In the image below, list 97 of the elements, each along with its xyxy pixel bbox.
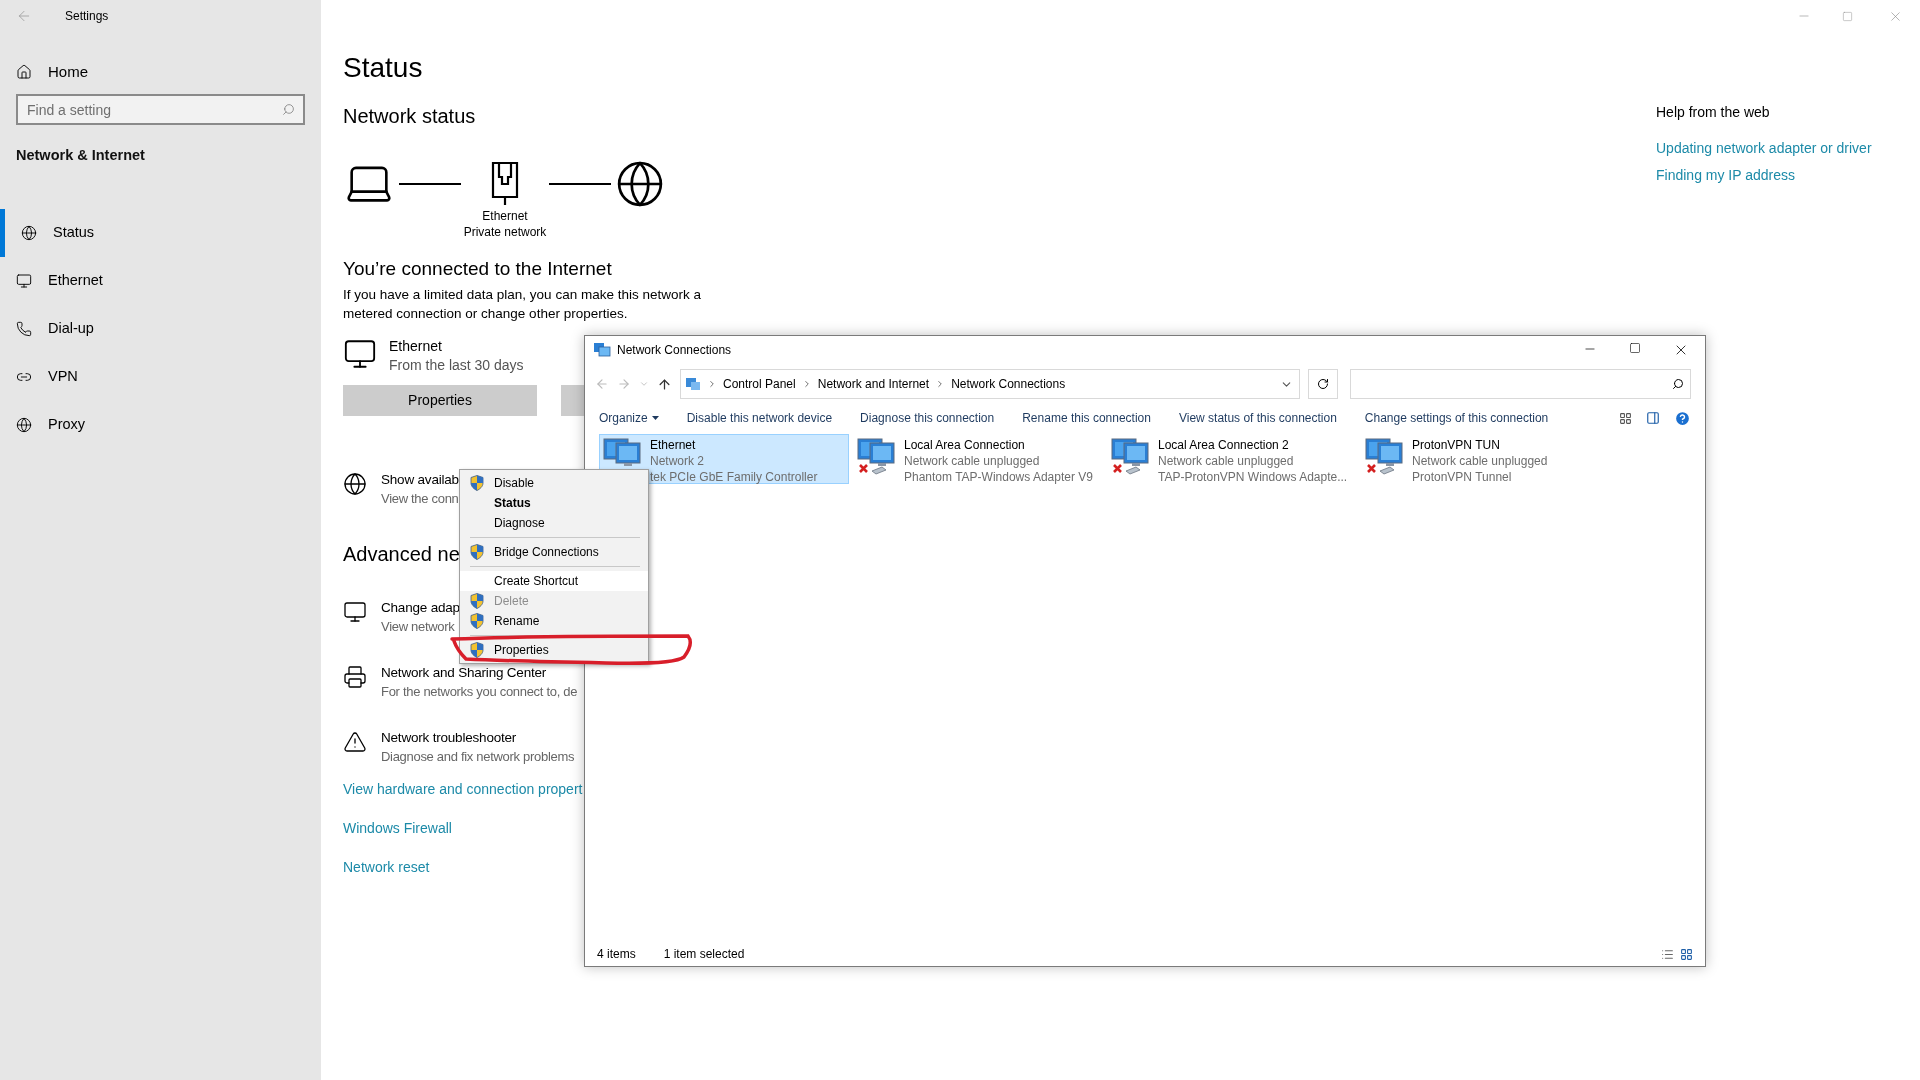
toolbar-button[interactable]: Change settings of this connection (1364, 409, 1549, 427)
breadcrumb[interactable]: Control Panel (723, 375, 796, 393)
preview-pane-icon[interactable] (1646, 411, 1660, 425)
connection-item[interactable]: Local Area Connection Network cable unplugged Phantom TAP-Windows Adapter V9 (853, 434, 1103, 484)
toolbar-button[interactable]: View status of this connection (1178, 409, 1337, 427)
connection-name: Local Area Connection 2 (1158, 437, 1290, 453)
shield-icon (470, 593, 484, 609)
adapter-name: TAP-ProtonVPN Windows Adapte... (1158, 469, 1348, 485)
tiles-view-icon[interactable] (1680, 947, 1693, 961)
search-field[interactable]: Find a setting (16, 94, 305, 125)
home-icon (16, 64, 32, 80)
view-options-icon[interactable] (1619, 411, 1632, 425)
address-bar[interactable]: Control Panel Network and Internet Network Connections (680, 369, 1300, 399)
diagram-label: Ethernet (482, 208, 528, 224)
caret-icon (651, 416, 659, 420)
link[interactable]: View hardware and connection propert (343, 780, 583, 799)
monitor-icon (16, 272, 32, 289)
home-link[interactable]: Home (0, 62, 321, 82)
connection-item[interactable]: ProtonVPN TUN Network cable unplugged ProtonVPN Tunnel (1361, 434, 1611, 484)
window-title: Settings (65, 8, 109, 25)
settings-link[interactable]: Show availab View the conn (343, 470, 459, 508)
page-title: Status (343, 51, 424, 85)
chevron-icon (707, 379, 717, 389)
shield-icon (470, 544, 484, 560)
section-title: Network status (343, 104, 477, 129)
connection-status: Network cable unplugged (1412, 453, 1548, 469)
connection-name: Ethernet (389, 337, 443, 356)
settings-link[interactable]: Network troubleshooter Diagnose and fix network problems (343, 728, 575, 766)
menu-item[interactable]: Diagnose (460, 513, 648, 533)
search-icon (1672, 378, 1684, 390)
globe-icon (343, 472, 367, 496)
shield-icon (470, 613, 484, 629)
settings-link[interactable]: Network and Sharing Center For the networks you connect to, de (343, 663, 578, 701)
section-heading: Network & Internet (15, 146, 146, 165)
details-view-icon[interactable] (1661, 947, 1674, 961)
nav-item[interactable]: VPN (0, 352, 321, 401)
monitor-icon (343, 337, 377, 371)
link[interactable]: Network reset (343, 858, 430, 877)
adapter-name: Phantom TAP-Windows Adapter V9 (904, 469, 1093, 485)
refresh-icon (1317, 378, 1329, 390)
maximize-icon[interactable] (1629, 342, 1641, 354)
globe-icon (615, 159, 665, 209)
network-icon (593, 342, 611, 358)
warning-icon (343, 730, 367, 754)
adapter-name: ProtonVPN Tunnel (1412, 469, 1513, 485)
monitor-icon (343, 600, 367, 624)
search-icon (282, 103, 295, 116)
toolbar-button[interactable]: Diagnose this connection (860, 409, 995, 427)
printer-icon (343, 665, 367, 689)
properties-button[interactable]: Properties (343, 385, 537, 416)
nav-item[interactable]: Dial-up (0, 304, 321, 353)
connection-name: Local Area Connection (904, 437, 1026, 453)
menu-item[interactable]: Create Shortcut (460, 571, 648, 591)
toolbar-button[interactable]: Organize (599, 409, 659, 427)
nav-item[interactable]: Status (0, 208, 321, 257)
connection-status: Network cable unplugged (1158, 453, 1295, 469)
connection-status: Network 2 (650, 453, 706, 469)
refresh-button[interactable] (1308, 369, 1338, 399)
nav-item[interactable]: Proxy (0, 400, 321, 449)
hidden-button[interactable] (561, 385, 585, 416)
status-text: 1 item selected (663, 946, 745, 963)
connection-name: Ethernet (650, 437, 697, 453)
up-icon[interactable] (657, 376, 672, 392)
breadcrumb[interactable]: Network and Internet (817, 375, 930, 393)
globe-icon (16, 416, 32, 433)
globe-icon (21, 224, 37, 241)
help-heading: Help from the web (1656, 103, 1771, 122)
shield-icon (470, 475, 484, 491)
help-link[interactable]: Updating network adapter or driver (1656, 139, 1872, 158)
connection-detail: From the last 30 days (389, 356, 524, 375)
menu-item[interactable]: Rename (460, 611, 648, 631)
nav-item[interactable]: Ethernet (0, 256, 321, 305)
connection-status: Network cable unplugged (904, 453, 1041, 469)
menu-item[interactable]: Properties (460, 640, 648, 660)
link[interactable]: Windows Firewall (343, 819, 452, 838)
section-title: Advanced ne (343, 542, 460, 567)
description: If you have a limited data plan, you can make this network a metered connection or change other properties. (343, 286, 702, 323)
phone-icon (16, 320, 32, 337)
help-icon[interactable] (1674, 409, 1691, 427)
breadcrumb[interactable]: Network Connections (951, 375, 1066, 393)
toolbar-button[interactable]: Rename this connection (1022, 409, 1151, 427)
settings-link[interactable]: Change adap View network (343, 598, 460, 636)
connection-name: ProtonVPN TUN (1412, 437, 1501, 453)
connection-status: You’re connected to the Internet (343, 257, 613, 281)
status-text: 4 items (597, 946, 636, 963)
connection-item[interactable]: Ethernet Network 2 tek PCIe GbE Family Controller (599, 434, 849, 484)
shield-icon (470, 642, 484, 658)
diagram-label: Private network (463, 224, 547, 240)
connection-item[interactable]: Local Area Connection 2 Network cable unplugged TAP-ProtonVPN Windows Adapte... (1107, 434, 1357, 484)
ethernet-port-icon (490, 160, 520, 206)
menu-item[interactable]: Status (460, 493, 648, 513)
adapter-name: tek PCIe GbE Family Controller (650, 469, 818, 485)
help-link[interactable]: Finding my IP address (1656, 166, 1796, 185)
window-title: Network Connections (617, 342, 732, 359)
menu-item[interactable]: Bridge Connections (460, 542, 648, 562)
control-panel-icon (685, 376, 701, 392)
toolbar-button[interactable]: Disable this network device (686, 409, 833, 427)
